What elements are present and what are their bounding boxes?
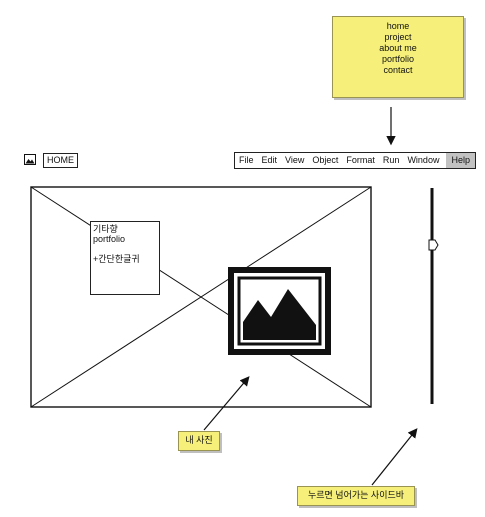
intro-line-1: 기타향 [93, 224, 118, 234]
sticky-item-contact: contact [383, 65, 413, 75]
sticky-item-about-me: about me [379, 43, 417, 53]
menu-help[interactable]: Help [446, 153, 475, 168]
image-icon [24, 154, 36, 165]
menu-window[interactable]: Window [403, 153, 443, 168]
arrow-to-sidebar [371, 428, 418, 486]
sticky-item-home: home [386, 21, 410, 31]
menu-edit[interactable]: Edit [258, 153, 282, 168]
sidebar-scrollbar[interactable] [424, 186, 440, 408]
photo-annotation: 내 사진 [178, 431, 220, 451]
sticky-item-project: project [384, 32, 412, 42]
menu-view[interactable]: View [281, 153, 308, 168]
menu-bar: File Edit View Object Format Run Window … [234, 152, 476, 169]
nav-sticky-note: home project about me portfolio contact [332, 16, 464, 98]
intro-line-3: +간단한글귀 [93, 254, 140, 264]
sticky-item-portfolio: portfolio [381, 54, 415, 64]
menu-file[interactable]: File [235, 153, 258, 168]
home-label[interactable]: HOME [43, 153, 78, 168]
intro-text-card: 기타향 portfolio +간단한글귀 [90, 221, 160, 295]
sidebar-annotation: 누르면 넘어가는 사이드바 [297, 486, 415, 506]
sidebar-thumb[interactable] [428, 239, 439, 251]
menu-format[interactable]: Format [342, 153, 379, 168]
picture-icon [228, 267, 331, 355]
menu-object[interactable]: Object [308, 153, 342, 168]
menu-run[interactable]: Run [379, 153, 404, 168]
intro-line-2: portfolio [93, 234, 126, 244]
